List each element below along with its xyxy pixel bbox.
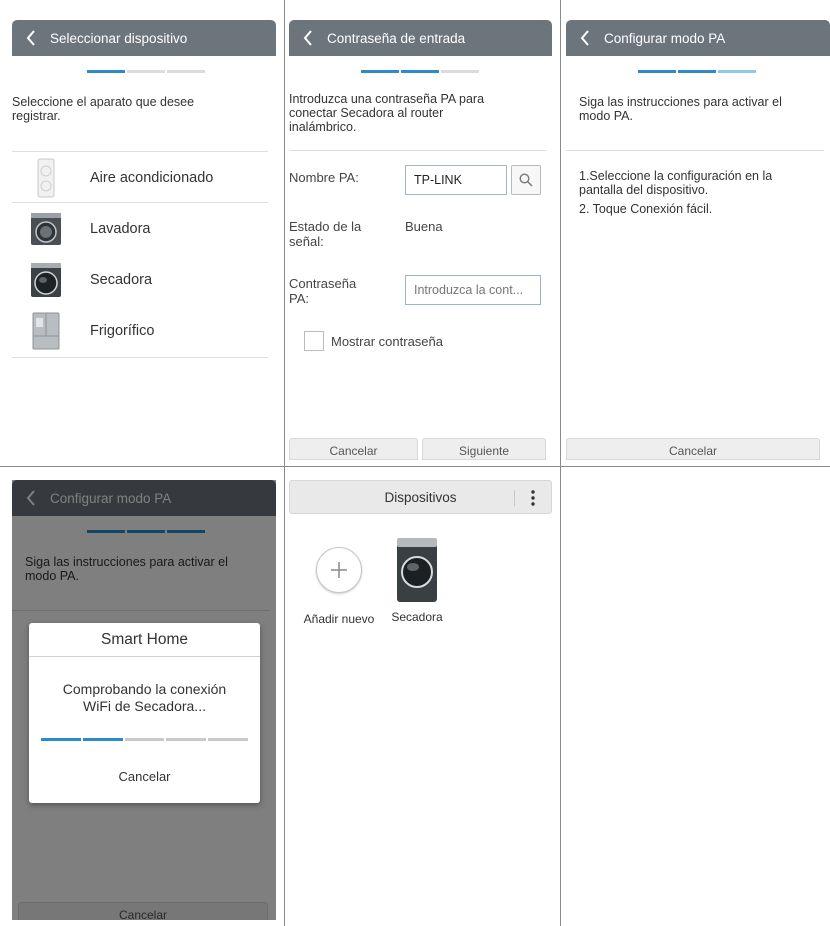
screen-configure-ap-mode: Configurar modo PA Siga las instruccione… [566, 20, 830, 460]
device-item-dryer[interactable]: Secadora [12, 254, 276, 306]
instruction-text: Seleccione el aparato que desee registra… [12, 95, 195, 123]
device-label: Secadora [391, 610, 443, 624]
add-new-device-tile[interactable]: Añadir nuevo [299, 547, 379, 626]
step-2-text: 2. Toque Conexión fácil. [579, 202, 713, 216]
page-title: Contraseña de entrada [327, 30, 466, 46]
divider [566, 150, 824, 151]
chevron-left-icon [26, 30, 35, 46]
progress-step-3 [441, 70, 479, 73]
add-new-label: Añadir nuevo [303, 612, 375, 626]
progress-segment [124, 738, 165, 741]
device-item-washer[interactable]: Lavadora [12, 203, 276, 255]
search-button[interactable] [511, 165, 541, 195]
progress-step-3 [718, 70, 756, 73]
progress-segment [82, 738, 123, 741]
search-icon [519, 173, 533, 187]
progress-segment [41, 738, 81, 741]
page-title: Configurar modo PA [604, 30, 726, 46]
step-progress [361, 70, 479, 73]
show-password-label: Mostrar contraseña [331, 334, 443, 349]
add-icon [316, 547, 362, 593]
ap-name-input[interactable]: TP-LINK [405, 165, 507, 195]
device-label: Frigorífico [90, 323, 155, 339]
progress-step-1 [87, 70, 125, 73]
instruction-text: Introduzca una contraseña PA para conect… [289, 92, 485, 134]
page-title: Dispositivos [384, 489, 457, 505]
app-bar: Seleccionar dispositivo [12, 20, 276, 56]
app-bar: Configurar modo PA [566, 20, 830, 56]
device-item-air-conditioner[interactable]: Aire acondicionado [12, 152, 276, 204]
cancel-button[interactable]: Cancelar [566, 438, 820, 460]
back-button[interactable] [12, 20, 50, 56]
progress-step-1 [638, 70, 676, 73]
cancel-button[interactable]: Cancelar [289, 438, 418, 460]
overflow-menu-button[interactable] [515, 481, 551, 515]
app-bar: Contraseña de entrada [289, 20, 552, 56]
progress-step-2 [401, 70, 439, 73]
connection-dialog: Smart Home Comprobando la conexión WiFi … [29, 623, 260, 803]
chevron-left-icon [580, 30, 589, 46]
dialog-cancel-button[interactable]: Cancelar [29, 769, 260, 784]
device-label: Secadora [90, 272, 153, 288]
progress-step-2 [678, 70, 716, 73]
screen-enter-password: Contraseña de entrada Introduzca una con… [289, 20, 552, 460]
password-label: Contraseña PA: [289, 276, 357, 306]
back-button[interactable] [289, 20, 327, 56]
grid-divider-h [0, 466, 830, 467]
progress-step-3 [167, 70, 205, 73]
device-label: Aire acondicionado [90, 170, 214, 186]
screen-devices: Dispositivos Añadir nuevo Secadora [289, 480, 552, 920]
show-password-checkbox[interactable] [304, 331, 324, 351]
screen-checking-connection: Configurar modo PA Siga las instruccione… [12, 480, 276, 920]
dryer-icon [28, 260, 64, 300]
password-input[interactable] [405, 275, 541, 305]
signal-value: Buena [405, 219, 443, 234]
step-1-text: 1.Seleccione la configuración en la pant… [579, 169, 773, 197]
dialog-progress [41, 738, 248, 741]
device-item-refrigerator[interactable]: Frigorífico [12, 305, 276, 357]
washer-icon [28, 209, 64, 249]
ap-name-label: Nombre PA: [289, 170, 359, 185]
device-label: Lavadora [90, 221, 151, 237]
signal-label: Estado de la señal: [289, 219, 362, 249]
divider [289, 150, 546, 151]
instruction-text: Siga las instrucciones para activar el m… [579, 95, 782, 123]
progress-segment [166, 738, 207, 741]
chevron-left-icon [303, 30, 312, 46]
refrigerator-icon [28, 311, 64, 351]
back-button[interactable] [566, 20, 604, 56]
page-title: Seleccionar dispositivo [50, 30, 188, 46]
dialog-message: Comprobando la conexión WiFi de Secadora… [62, 681, 227, 714]
next-button[interactable]: Siguiente [422, 438, 546, 460]
progress-step-1 [361, 70, 399, 73]
dialog-title: Smart Home [29, 623, 260, 657]
step-progress [87, 70, 205, 73]
grid-divider-v1 [284, 0, 285, 926]
step-progress [638, 70, 756, 73]
progress-segment [208, 738, 248, 741]
grid-divider-v2 [560, 0, 561, 926]
progress-step-2 [127, 70, 165, 73]
devices-header: Dispositivos [289, 480, 552, 514]
device-tile-dryer[interactable]: Secadora [385, 536, 449, 624]
dryer-icon [397, 538, 437, 602]
more-vertical-icon [531, 490, 535, 506]
divider [12, 357, 268, 358]
screen-select-device: Seleccionar dispositivo Seleccione el ap… [12, 20, 276, 460]
air-conditioner-icon [28, 158, 64, 198]
